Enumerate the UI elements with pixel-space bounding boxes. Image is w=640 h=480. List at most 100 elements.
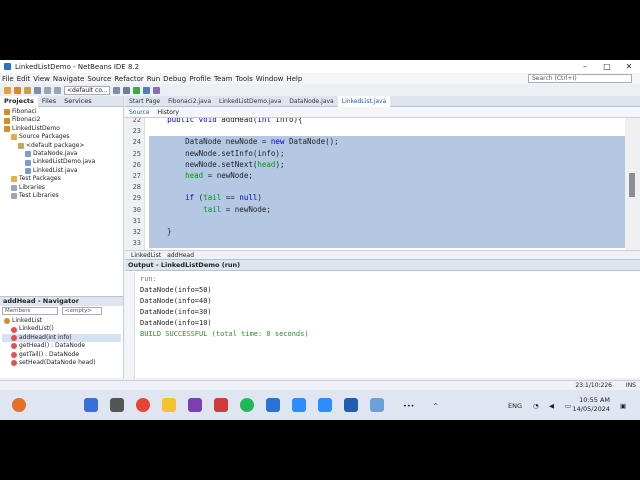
close-button[interactable]: ✕	[618, 60, 640, 73]
cursor-position: 23:1/10:226	[575, 382, 612, 389]
navigator-item[interactable]: LinkedList()	[2, 325, 121, 333]
open-project-icon[interactable]	[24, 86, 31, 94]
menu-source[interactable]: Source	[87, 75, 111, 83]
menu-team[interactable]: Team	[214, 75, 233, 83]
members-select[interactable]: Members	[2, 307, 58, 315]
tab-fibonaci2[interactable]: Fibonaci2.java	[164, 96, 215, 107]
redo-icon[interactable]	[54, 86, 61, 94]
code-line[interactable]: 23	[125, 125, 625, 136]
editor-scrollbar[interactable]	[625, 118, 640, 250]
code-line[interactable]: 33	[125, 237, 625, 248]
run-icon[interactable]	[133, 86, 140, 94]
email-icon[interactable]	[344, 398, 358, 412]
menu-debug[interactable]: Debug	[163, 75, 186, 83]
menu-tools[interactable]: Tools	[235, 75, 252, 83]
profile-icon[interactable]	[153, 86, 160, 94]
code-line[interactable]: 28	[125, 181, 625, 192]
menu-refactor[interactable]: Refactor	[114, 75, 143, 83]
menu-edit[interactable]: Edit	[17, 75, 31, 83]
code-line[interactable]: 27 head = newNode;	[125, 170, 625, 181]
search-input[interactable]: Search (Ctrl+I)	[528, 74, 632, 83]
breadcrumb-method[interactable]: addHead	[167, 252, 194, 259]
new-file-icon[interactable]	[4, 86, 11, 94]
navigator-item[interactable]: addHead(int info)	[2, 333, 121, 343]
menu-help[interactable]: Help	[286, 75, 302, 83]
zoom-alt-icon[interactable]	[318, 398, 332, 412]
more-apps-icon[interactable]: •••	[403, 402, 415, 410]
tree-item[interactable]: Libraries	[2, 184, 121, 192]
code-line[interactable]: 25 newNode.setInfo(info);	[125, 148, 625, 159]
tree-item[interactable]: LinkedList.java	[2, 167, 121, 175]
navigator-item[interactable]: getHead() : DataNode	[2, 342, 121, 350]
battery-icon[interactable]: ▭	[565, 402, 571, 410]
breadcrumb-class[interactable]: LinkedList	[131, 252, 161, 259]
tree-item[interactable]: Test Libraries	[2, 192, 121, 200]
chrome-icon[interactable]	[136, 398, 150, 412]
navigator-item[interactable]: setHead(DataNode head)	[2, 359, 121, 367]
tab-datanode[interactable]: DataNode.java	[285, 96, 337, 107]
tree-item[interactable]: Source Packages	[2, 133, 121, 141]
tab-linkedlistdemo[interactable]: LinkedListDemo.java	[215, 96, 285, 107]
build-icon[interactable]	[113, 86, 120, 94]
task-view-icon[interactable]	[110, 398, 124, 412]
tree-item[interactable]: LinkedListDemo.java	[2, 158, 121, 166]
tree-item[interactable]: Fibonaci	[2, 108, 121, 116]
save-all-icon[interactable]	[34, 86, 41, 94]
tab-history[interactable]: History	[154, 109, 183, 116]
weather-icon[interactable]	[12, 398, 26, 412]
zoom-icon[interactable]	[292, 398, 306, 412]
undo-icon[interactable]	[44, 86, 51, 94]
netbeans-taskbar-icon[interactable]	[370, 398, 384, 412]
menu-navigate[interactable]: Navigate	[53, 75, 84, 83]
menu-run[interactable]: Run	[147, 75, 160, 83]
code-line[interactable]: 31	[125, 215, 625, 226]
tree-item[interactable]: <default package>	[2, 142, 121, 150]
clean-build-icon[interactable]	[123, 86, 130, 94]
code-line[interactable]: 30 tail = newNode;	[125, 204, 625, 215]
tab-linkedlist[interactable]: LinkedList.java	[337, 95, 391, 107]
menu-profile[interactable]: Profile	[189, 75, 211, 83]
maximize-button[interactable]: □	[596, 60, 618, 73]
word-icon[interactable]	[266, 398, 280, 412]
notification-icon[interactable]: ▣	[620, 402, 626, 410]
menu-view[interactable]: View	[33, 75, 50, 83]
code-line[interactable]: 29 if (tail == null)	[125, 192, 625, 203]
tab-files[interactable]: Files	[38, 96, 60, 107]
menu-window[interactable]: Window	[256, 75, 284, 83]
file-explorer-icon[interactable]	[162, 398, 176, 412]
code-line[interactable]: 32 }	[125, 226, 625, 237]
tab-start-page[interactable]: Start Page	[125, 96, 164, 107]
insert-mode: INS	[625, 382, 636, 389]
tab-projects[interactable]: Projects	[0, 95, 38, 107]
tab-source[interactable]: Source	[125, 108, 154, 116]
volume-icon[interactable]: ◀	[549, 402, 554, 410]
clock[interactable]: 10:55 AM 14/05/2024	[573, 396, 610, 414]
tree-item[interactable]: Test Packages	[2, 175, 121, 183]
output-title[interactable]: Output - LinkedListDemo (run)	[125, 260, 640, 271]
start-icon[interactable]	[84, 398, 98, 412]
filter-select[interactable]: <empty>	[62, 307, 102, 315]
minimize-button[interactable]: –	[574, 60, 596, 73]
projects-panel: Projects Files Services Fibonaci Fibonaci…	[0, 95, 124, 296]
code-line[interactable]: 26 newNode.setNext(head);	[125, 159, 625, 170]
spotify-icon[interactable]	[240, 398, 254, 412]
tab-services[interactable]: Services	[60, 96, 95, 107]
chevron-up-icon[interactable]: ^	[433, 402, 438, 410]
code-editor[interactable]: 22 public void addHead(int info){23 24 Da…	[125, 118, 640, 250]
language-indicator[interactable]: ENG	[508, 402, 522, 410]
menu-file[interactable]: File	[2, 75, 14, 83]
wifi-icon[interactable]: ◔	[533, 402, 539, 410]
code-line[interactable]: 24 DataNode newNode = new DataNode();	[125, 136, 625, 147]
onenote-icon[interactable]	[188, 398, 202, 412]
new-project-icon[interactable]	[14, 86, 21, 94]
config-select[interactable]: <default co...	[64, 85, 110, 95]
tree-item[interactable]: DataNode.java	[2, 150, 121, 158]
tree-item[interactable]: LinkedListDemo	[2, 125, 121, 133]
office-icon[interactable]	[214, 398, 228, 412]
navigator-item[interactable]: LinkedList	[2, 317, 121, 325]
debug-icon[interactable]	[143, 86, 150, 94]
navigator-item[interactable]: getTail() : DataNode	[2, 351, 121, 359]
scrollbar-thumb[interactable]	[629, 173, 635, 197]
code-line[interactable]: 22 public void addHead(int info){	[125, 118, 625, 125]
tree-item[interactable]: Fibonaci2	[2, 116, 121, 124]
